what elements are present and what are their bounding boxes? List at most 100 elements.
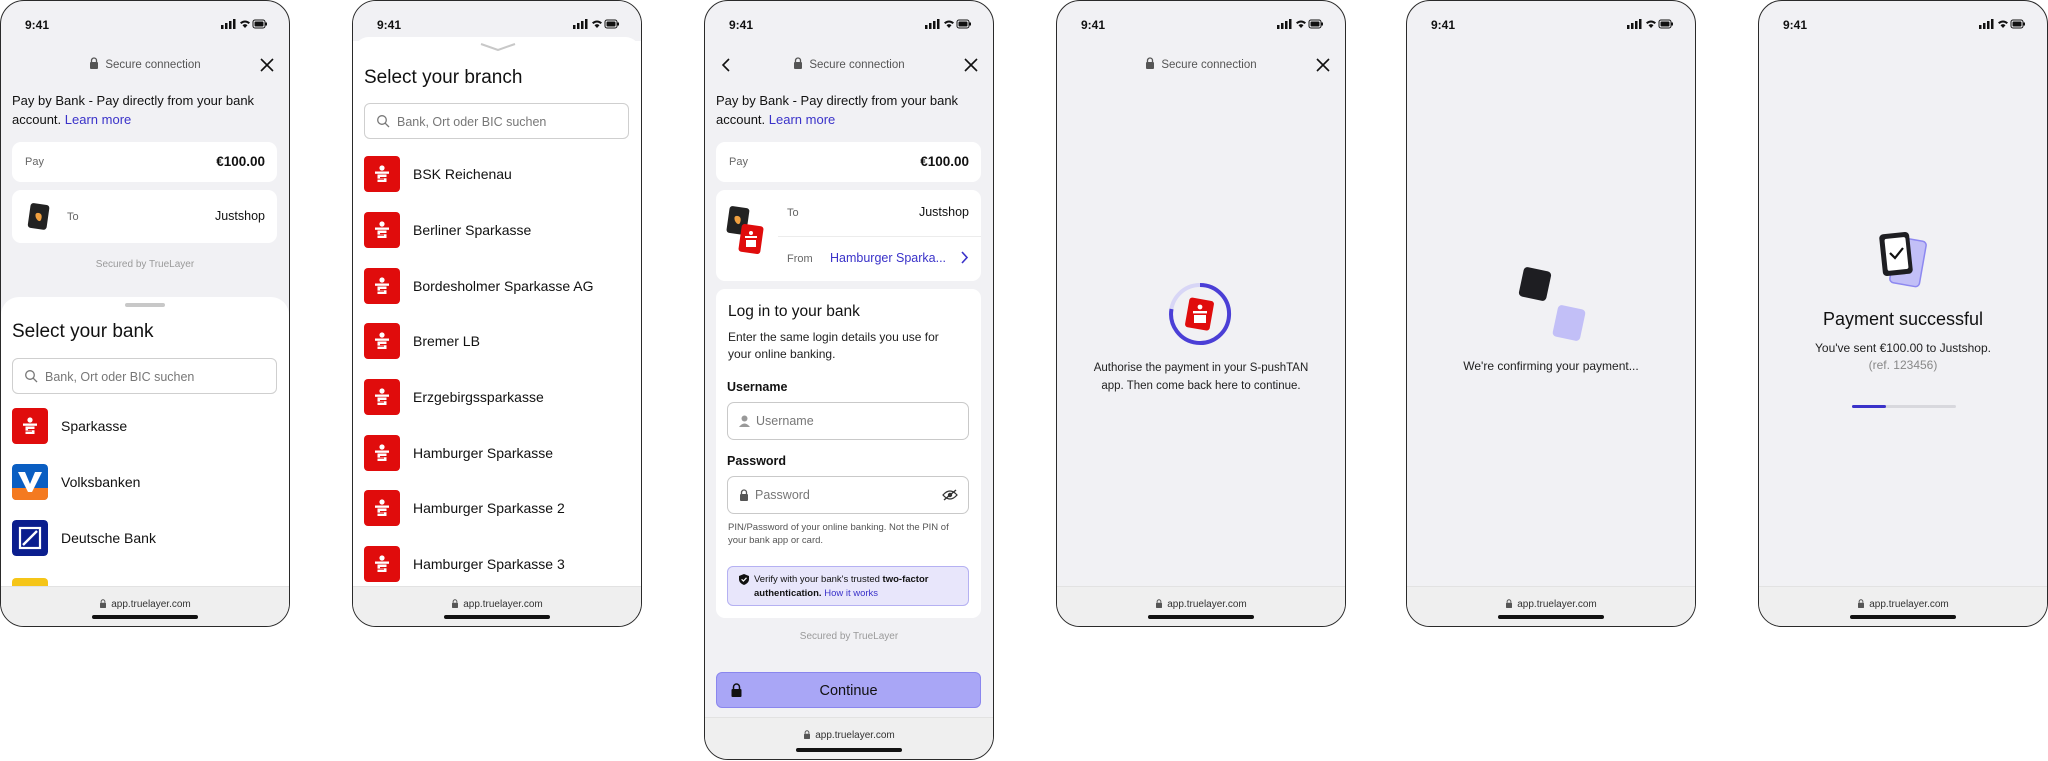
branch-item[interactable]: Bremer LB (364, 323, 629, 361)
password-label: Password (727, 454, 787, 468)
bank-item-deutsche-bank[interactable]: Deutsche Bank (12, 520, 277, 558)
status-icons (1277, 19, 1323, 29)
shield-icon (739, 574, 749, 585)
confirming-message: We're confirming your payment... (1463, 359, 1639, 373)
branch-item[interactable]: Hamburger Sparkasse 2 (364, 490, 629, 528)
close-icon[interactable] (259, 57, 275, 73)
close-icon[interactable] (1315, 57, 1331, 73)
status-icons (1979, 19, 2025, 29)
sparkasse-icon (12, 408, 48, 444)
payment-reference: (ref. 123456) (1868, 358, 1938, 372)
home-indicator (1498, 615, 1604, 619)
pay-amount-card: Pay €100.00 (716, 142, 981, 182)
continue-button[interactable]: Continue (716, 672, 981, 708)
sparkasse-icon (364, 379, 400, 415)
branch-item[interactable]: Berliner Sparkasse (364, 212, 629, 250)
screen-authorise-app: 9:41 Secure connection Authorise the pay… (1056, 0, 1346, 627)
sparkasse-icon (364, 268, 400, 304)
how-it-works-link[interactable]: How it works (824, 588, 878, 599)
learn-more-link[interactable]: Learn more (65, 112, 131, 127)
sheet-grabber[interactable] (125, 303, 165, 307)
login-description: Enter the same login details you use for… (728, 330, 939, 361)
success-check-icon (1879, 231, 1927, 288)
url-bar: app.truelayer.com (705, 717, 993, 759)
status-icons (573, 19, 619, 29)
sparkasse-icon (364, 490, 400, 526)
payment-details-card: To Justshop From Hamburger Sparka... (716, 190, 981, 281)
status-icons (1627, 19, 1673, 29)
status-bar: 9:41 (1759, 1, 2047, 41)
screen-payment-successful: 9:41 Payment successful You've sent €100… (1758, 0, 2048, 627)
status-icons (221, 19, 267, 29)
secure-connection-header: Secure connection (705, 57, 993, 71)
secured-by-label: Secured by TrueLayer (799, 631, 899, 642)
sparkasse-icon (364, 546, 400, 582)
lock-icon (793, 57, 803, 69)
merchant-bank-logo-icon (726, 206, 764, 255)
branch-item[interactable]: Bordesholmer Sparkasse AG (364, 268, 629, 306)
secured-by-label: Secured by TrueLayer (95, 259, 195, 270)
login-title: Log in to your bank (728, 303, 860, 320)
volksbanken-icon (12, 464, 48, 500)
merchant-name: Justshop (918, 205, 969, 219)
pay-amount-card: Pay €100.00 (12, 142, 277, 182)
sparkasse-icon (364, 156, 400, 192)
pin-hint: PIN/Password of your online banking. Not… (728, 522, 949, 546)
branch-search-input[interactable]: Bank, Ort oder BIC suchen (364, 103, 629, 139)
username-label: Username (727, 380, 788, 394)
login-card: Log in to your bank Enter the same login… (716, 289, 981, 618)
password-field[interactable]: Password (727, 476, 969, 514)
status-bar: 9:41 (1407, 1, 1695, 41)
status-bar: 9:41 (1, 1, 289, 41)
username-field[interactable]: Username (727, 402, 969, 440)
branch-title: Select your branch (364, 67, 523, 88)
lock-icon (739, 489, 749, 501)
status-bar: 9:41 (705, 1, 993, 41)
screen-confirming: 9:41 We're confirming your payment... ap… (1406, 0, 1696, 627)
bank-item-sparkasse[interactable]: Sparkasse (12, 408, 277, 446)
lock-icon (1145, 57, 1155, 69)
eye-off-icon[interactable] (942, 489, 958, 501)
chevron-right-icon[interactable] (961, 251, 969, 264)
home-indicator (796, 748, 902, 752)
home-indicator (1148, 615, 1254, 619)
user-icon (739, 415, 750, 427)
branch-item[interactable]: Hamburger Sparkasse 3 (364, 546, 629, 584)
close-icon[interactable] (963, 57, 979, 73)
pay-by-bank-intro: Pay by Bank - Pay directly from your ban… (716, 93, 959, 127)
bank-item-volksbanken[interactable]: Volksbanken (12, 464, 277, 502)
sparkasse-icon (364, 212, 400, 248)
learn-more-link[interactable]: Learn more (769, 112, 835, 127)
merchant-logo-icon (27, 203, 50, 230)
pay-amount: €100.00 (216, 154, 265, 169)
url-bar: app.truelayer.com (353, 586, 641, 626)
sparkasse-icon (364, 323, 400, 359)
redirect-progress-bar (1852, 405, 1956, 408)
select-bank-sheet: Select your bank Bank, Ort oder BIC such… (1, 297, 289, 590)
two-factor-info: Verify with your bank's trusted two-fact… (727, 566, 969, 606)
status-icons (925, 19, 971, 29)
home-indicator (92, 615, 198, 619)
merchant-name: Justshop (214, 209, 265, 223)
secure-connection-header: Secure connection (1, 57, 289, 71)
pay-amount: €100.00 (920, 154, 969, 169)
redirect-progress-fill (1852, 405, 1887, 408)
home-indicator (444, 615, 550, 619)
authorise-message: Authorise the payment in your S-pushTAN … (1093, 362, 1309, 392)
screen-select-branch: 9:41 Select your branch Bank, Ort oder B… (352, 0, 642, 627)
branch-item[interactable]: BSK Reichenau (364, 156, 629, 194)
branch-item[interactable]: Hamburger Sparkasse (364, 435, 629, 473)
sparkasse-icon (364, 435, 400, 471)
url-bar: app.truelayer.com (1759, 586, 2047, 626)
loading-spinner-icon (1169, 283, 1232, 345)
branch-item[interactable]: Erzgebirgssparkasse (364, 379, 629, 417)
bank-search-input[interactable]: Bank, Ort oder BIC suchen (12, 358, 277, 394)
status-bar: 9:41 (353, 1, 641, 41)
confirming-animation-icon (1518, 267, 1586, 341)
from-bank-selector[interactable]: Hamburger Sparka... (830, 251, 946, 265)
pay-by-bank-intro: Pay by Bank - Pay directly from your ban… (12, 93, 255, 127)
chevron-down-icon[interactable] (480, 43, 516, 51)
url-text: app.truelayer.com (1, 599, 289, 610)
status-bar: 9:41 (1057, 1, 1345, 41)
status-time: 9:41 (25, 18, 50, 32)
